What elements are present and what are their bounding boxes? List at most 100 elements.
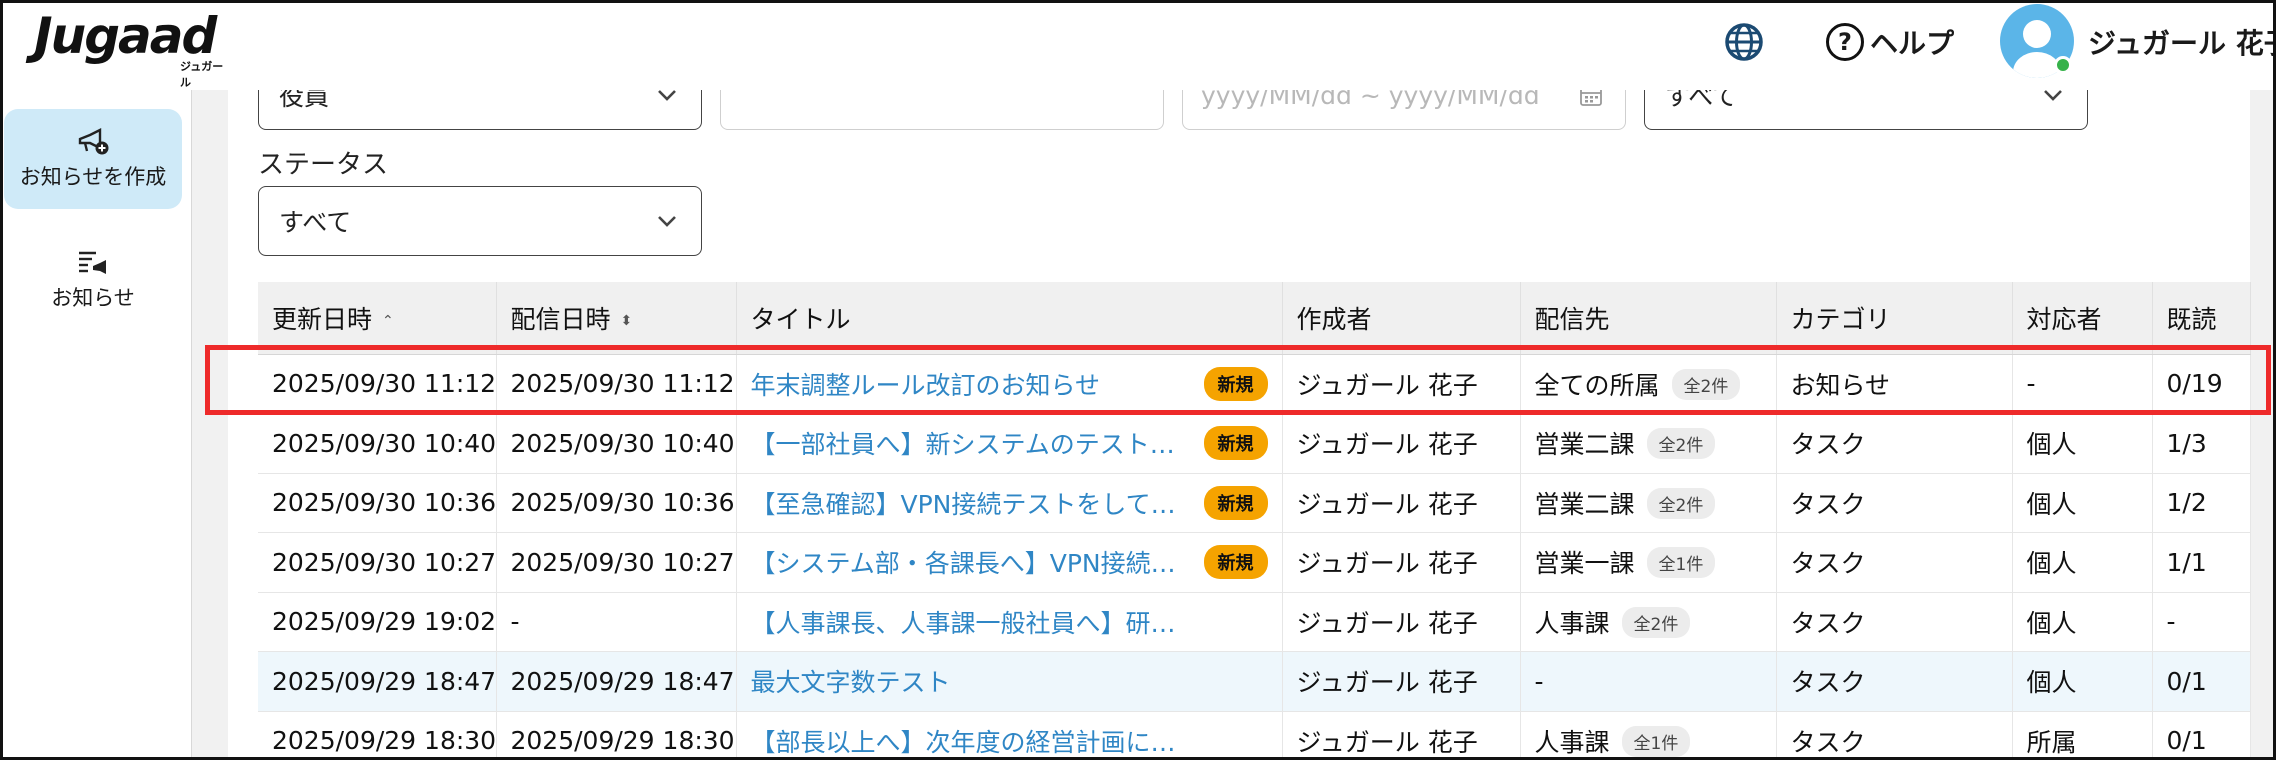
cell-title: 【至急確認】VPN接続テストをして… 新規 bbox=[736, 473, 1283, 533]
column-header-assignee: 対応者 bbox=[2012, 282, 2153, 355]
sort-both-icon[interactable]: ⬍ bbox=[621, 313, 633, 329]
table-row[interactable]: 2025/09/30 10:36 2025/09/30 10:36 【至急確認】VP… bbox=[258, 473, 2251, 533]
cell-author: ジュガール 花子 bbox=[1282, 651, 1521, 712]
cell-read: - bbox=[2152, 592, 2251, 652]
cell-title: 年末調整ルール改訂のお知らせ 新規 bbox=[736, 354, 1283, 414]
page-scrollbar[interactable] bbox=[2250, 90, 2276, 760]
cell-updated: 2025/09/30 10:40 bbox=[258, 413, 497, 474]
notice-title-link[interactable]: 【一部社員へ】新システムのテスト… bbox=[751, 425, 1175, 461]
table-row[interactable]: 2025/09/30 10:27 2025/09/30 10:27 【システム部・各… bbox=[258, 532, 2251, 593]
destination-count-chip[interactable]: 全1件 bbox=[1621, 725, 1691, 757]
destination-count-chip[interactable]: 全2件 bbox=[1671, 368, 1741, 400]
megaphone-plus-icon bbox=[78, 128, 109, 155]
cell-read: 1/3 bbox=[2152, 413, 2251, 474]
new-badge: 新規 bbox=[1203, 426, 1268, 461]
cell-delivered: - bbox=[496, 592, 737, 652]
help-label: ヘルプ bbox=[1870, 27, 1955, 60]
column-header-destination: 配信先 bbox=[1520, 282, 1777, 355]
status-select-value: すべて bbox=[279, 208, 352, 237]
column-header-title: タイトル bbox=[736, 282, 1283, 355]
destination-count-chip[interactable]: 全2件 bbox=[1646, 487, 1716, 519]
cell-destination: 人事課 全2件 bbox=[1520, 592, 1777, 652]
cell-destination: 人事課 全1件 bbox=[1520, 711, 1777, 760]
cell-delivered: 2025/09/29 18:47 bbox=[496, 651, 737, 712]
destination-count-chip[interactable]: 全2件 bbox=[1646, 428, 1716, 460]
logo-subtext: ジュガール bbox=[180, 60, 224, 89]
cell-author: ジュガール 花子 bbox=[1282, 413, 1521, 474]
user-name[interactable]: ジュガール 花子 bbox=[2088, 22, 2276, 62]
cell-read: 0/1 bbox=[2152, 711, 2251, 760]
cell-category: タスク bbox=[1776, 592, 2013, 652]
app-header: Jugaad ジュガール ? ヘルプ ジュガール 花子 bbox=[0, 0, 2276, 90]
cell-destination: 営業二課 全2件 bbox=[1520, 413, 1777, 474]
cell-assignee: 所属 bbox=[2012, 711, 2153, 760]
notice-title-link[interactable]: 最大文字数テスト bbox=[751, 663, 951, 699]
destination-name: 全ての所属 bbox=[1534, 370, 1660, 400]
cell-title: 【部長以上へ】次年度の経営計画に… bbox=[736, 711, 1283, 760]
cell-author: ジュガール 花子 bbox=[1282, 532, 1521, 593]
new-badge: 新規 bbox=[1203, 485, 1268, 520]
content-gutter bbox=[192, 90, 228, 760]
cell-read: 1/1 bbox=[2152, 532, 2251, 593]
cell-destination: 営業二課 全2件 bbox=[1520, 473, 1777, 533]
table-row[interactable]: 2025/09/29 19:02- 【人事課長、人事課一般社員へ】研… ジュガール … bbox=[258, 592, 2251, 652]
cell-read: 0/1 bbox=[2152, 651, 2251, 712]
table-row[interactable]: 2025/09/29 18:47 2025/09/29 18:47 最大文字数テスト… bbox=[258, 651, 2251, 712]
destination-name: 営業一課 bbox=[1534, 549, 1635, 579]
notice-title-link[interactable]: 【システム部・各課長へ】VPN接続… bbox=[751, 544, 1176, 580]
cell-title: 【システム部・各課長へ】VPN接続… 新規 bbox=[736, 532, 1283, 593]
chevron-down-icon bbox=[658, 216, 676, 227]
notice-title-link[interactable]: 年末調整ルール改訂のお知らせ bbox=[751, 366, 1101, 402]
cell-read: 0/19 bbox=[2152, 354, 2251, 414]
destination-count-chip[interactable]: 全2件 bbox=[1621, 606, 1691, 638]
notice-title-link[interactable]: 【人事課長、人事課一般社員へ】研… bbox=[751, 604, 1176, 640]
destination-name: 人事課 bbox=[1534, 608, 1610, 638]
table-row[interactable]: 2025/09/29 18:30 2025/09/29 18:30 【部長以上へ】次… bbox=[258, 711, 2251, 760]
cell-delivered: 2025/09/29 18:30 bbox=[496, 711, 737, 760]
logo-text: Jugaad bbox=[34, 7, 217, 65]
language-globe-icon[interactable] bbox=[1722, 20, 1766, 64]
column-header-delivered[interactable]: 配信日時 ⬍ bbox=[496, 282, 737, 355]
cell-updated: 2025/09/29 19:02 bbox=[258, 592, 497, 652]
cell-author: ジュガール 花子 bbox=[1282, 354, 1521, 414]
online-status-dot bbox=[2054, 56, 2072, 74]
notice-title-link[interactable]: 【至急確認】VPN接続テストをして… bbox=[751, 485, 1176, 521]
table-header-row: 更新日時 ⌃ 配信日時 ⬍ タイトル 作成者 配信先 カテゴリ 対応者 既読 bbox=[258, 282, 2251, 355]
cell-author: ジュガール 花子 bbox=[1282, 473, 1521, 533]
cell-category: タスク bbox=[1776, 711, 2013, 760]
cell-read: 1/2 bbox=[2152, 473, 2251, 533]
cell-assignee: 個人 bbox=[2012, 651, 2153, 712]
status-select[interactable]: すべて bbox=[258, 186, 702, 256]
cell-assignee: 個人 bbox=[2012, 473, 2153, 533]
question-circle-icon: ? bbox=[1826, 23, 1864, 61]
cell-assignee: 個人 bbox=[2012, 532, 2153, 593]
list-megaphone-icon bbox=[79, 251, 106, 274]
sidebar-item-create-notice[interactable]: お知らせを作成 bbox=[4, 109, 182, 209]
cell-destination: 全ての所属 全2件 bbox=[1520, 354, 1777, 414]
new-badge: 新規 bbox=[1203, 366, 1268, 401]
jugaad-logo[interactable]: Jugaad ジュガール bbox=[34, 6, 234, 89]
sidebar-item-notices[interactable]: お知らせ bbox=[4, 230, 182, 330]
table-row[interactable]: 2025/09/30 10:40 2025/09/30 10:40 【一部社員へ】新… bbox=[258, 413, 2251, 474]
column-header-read: 既読 bbox=[2152, 282, 2251, 355]
help-button[interactable]: ? ヘルプ bbox=[1826, 20, 1954, 64]
column-header-category: カテゴリ bbox=[1776, 282, 2013, 355]
table-row[interactable]: 2025/09/30 11:12 2025/09/30 11:12 年末調整ルール改… bbox=[258, 354, 2251, 414]
cell-assignee: 個人 bbox=[2012, 413, 2153, 474]
cell-author: ジュガール 花子 bbox=[1282, 592, 1521, 652]
cell-destination: 営業一課 全1件 bbox=[1520, 532, 1777, 593]
sort-asc-icon[interactable]: ⌃ bbox=[382, 313, 394, 329]
cell-delivered: 2025/09/30 11:12 bbox=[496, 354, 737, 414]
sidebar-item-label: お知らせを作成 bbox=[19, 165, 167, 189]
cell-title: 最大文字数テスト bbox=[736, 651, 1283, 712]
destination-name: - bbox=[1534, 666, 1544, 696]
cell-title: 【人事課長、人事課一般社員へ】研… bbox=[736, 592, 1283, 652]
destination-count-chip[interactable]: 全1件 bbox=[1646, 547, 1716, 579]
cell-category: お知らせ bbox=[1776, 354, 2013, 414]
destination-name: 営業二課 bbox=[1534, 430, 1635, 460]
notice-title-link[interactable]: 【部長以上へ】次年度の経営計画に… bbox=[751, 723, 1176, 759]
status-filter-label: ステータス bbox=[258, 150, 389, 180]
destination-name: 人事課 bbox=[1534, 727, 1610, 757]
cell-delivered: 2025/09/30 10:40 bbox=[496, 413, 737, 474]
column-header-updated[interactable]: 更新日時 ⌃ bbox=[258, 282, 497, 355]
